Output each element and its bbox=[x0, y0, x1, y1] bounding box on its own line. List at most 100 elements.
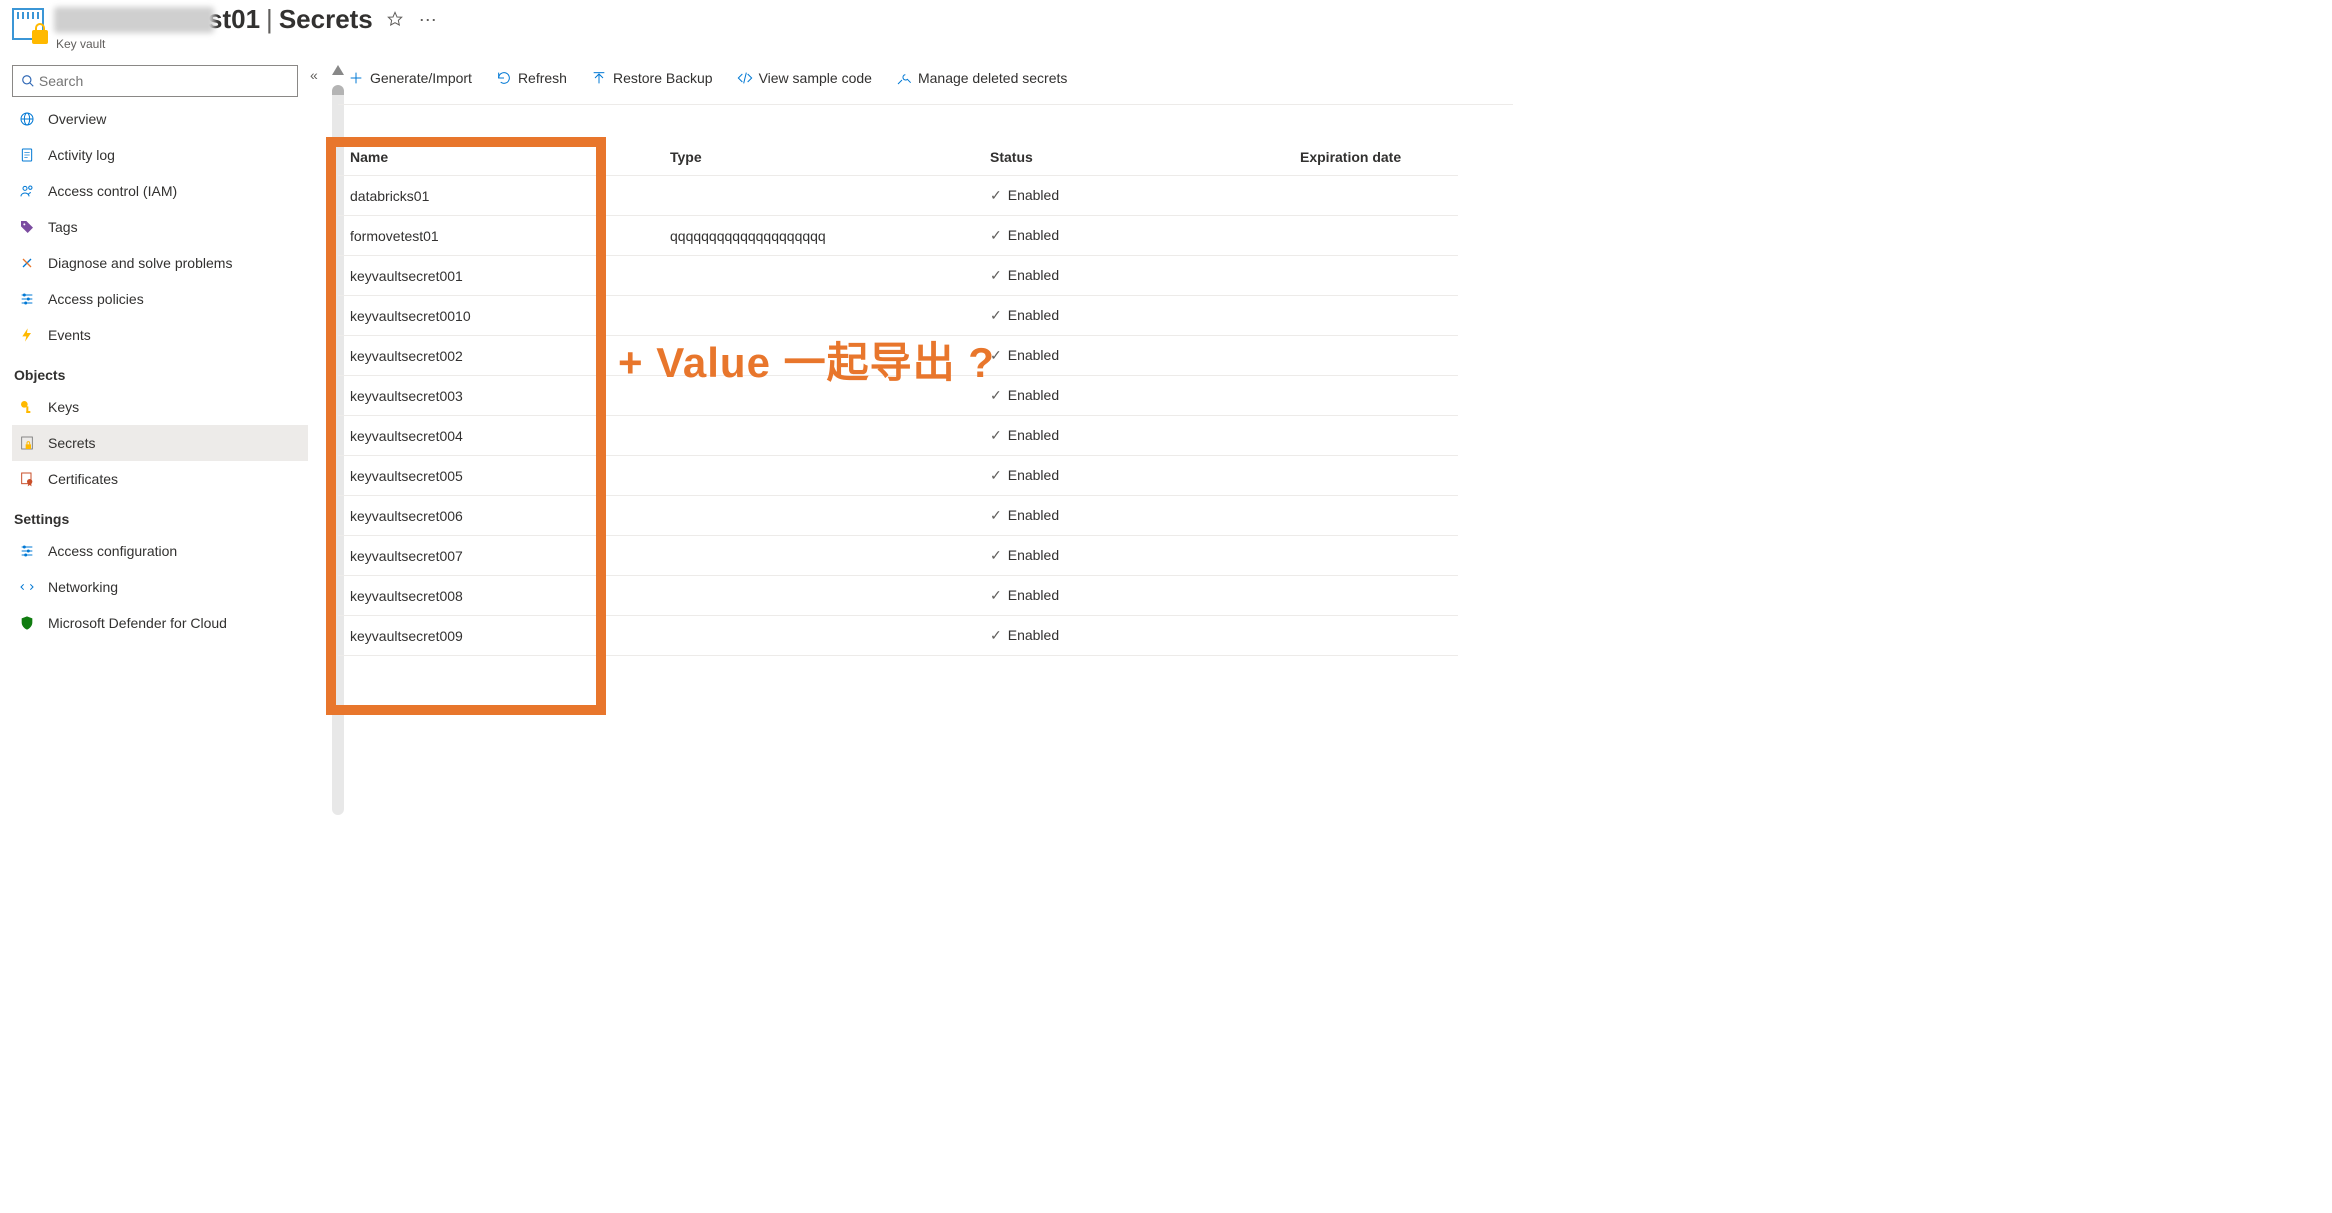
page-title: st01 | Secrets bbox=[54, 4, 373, 35]
cell-expiration bbox=[1288, 336, 1458, 376]
cell-name: keyvaultsecret002 bbox=[338, 336, 658, 376]
sidebar-item-microsoft-defender-for-cloud[interactable]: Microsoft Defender for Cloud bbox=[12, 605, 308, 641]
sidebar-item-label: Keys bbox=[48, 399, 79, 415]
more-icon[interactable]: ⋯ bbox=[419, 10, 437, 31]
sidebar-item-label: Tags bbox=[48, 219, 78, 235]
sidebar-item-certificates[interactable]: Certificates bbox=[12, 461, 308, 497]
policies-icon bbox=[18, 291, 36, 307]
sidebar-item-events[interactable]: Events bbox=[12, 317, 308, 353]
cell-type bbox=[658, 336, 978, 376]
sidebar-item-label: Access policies bbox=[48, 291, 144, 307]
secret-icon bbox=[18, 435, 36, 451]
cell-name: keyvaultsecret008 bbox=[338, 576, 658, 616]
col-header-status[interactable]: Status bbox=[978, 139, 1288, 176]
upload-icon bbox=[591, 70, 607, 86]
table-row[interactable]: keyvaultsecret005✓Enabled bbox=[338, 456, 1458, 496]
sidebar-item-diagnose-and-solve-problems[interactable]: Diagnose and solve problems bbox=[12, 245, 308, 281]
cell-type bbox=[658, 536, 978, 576]
sidebar-item-label: Events bbox=[48, 327, 91, 343]
search-icon bbox=[21, 74, 35, 88]
check-icon: ✓ bbox=[990, 507, 1002, 523]
sidebar-item-access-policies[interactable]: Access policies bbox=[12, 281, 308, 317]
view-sample-code-button[interactable]: View sample code bbox=[727, 66, 882, 90]
generate-import-button[interactable]: Generate/Import bbox=[338, 66, 482, 90]
check-icon: ✓ bbox=[990, 347, 1002, 363]
sidebar-item-access-configuration[interactable]: Access configuration bbox=[12, 533, 308, 569]
cell-type bbox=[658, 176, 978, 216]
search-input[interactable] bbox=[39, 73, 289, 89]
table-row[interactable]: keyvaultsecret008✓Enabled bbox=[338, 576, 1458, 616]
favorite-icon[interactable] bbox=[387, 11, 403, 30]
sidebar-item-keys[interactable]: Keys bbox=[12, 389, 308, 425]
plus-icon bbox=[348, 70, 364, 86]
table-row[interactable]: keyvaultsecret003✓Enabled bbox=[338, 376, 1458, 416]
sidebar-item-networking[interactable]: Networking bbox=[12, 569, 308, 605]
cell-name: keyvaultsecret009 bbox=[338, 616, 658, 656]
check-icon: ✓ bbox=[990, 227, 1002, 243]
refresh-button[interactable]: Refresh bbox=[486, 66, 577, 90]
table-row[interactable]: keyvaultsecret009✓Enabled bbox=[338, 616, 1458, 656]
cell-expiration bbox=[1288, 176, 1458, 216]
table-row[interactable]: keyvaultsecret006✓Enabled bbox=[338, 496, 1458, 536]
sidebar: OverviewActivity logAccess control (IAM)… bbox=[0, 57, 308, 785]
sidebar-item-label: Networking bbox=[48, 579, 118, 595]
sidebar-item-label: Diagnose and solve problems bbox=[48, 255, 232, 271]
generate-label: Generate/Import bbox=[370, 70, 472, 86]
sidebar-item-activity-log[interactable]: Activity log bbox=[12, 137, 308, 173]
check-icon: ✓ bbox=[990, 267, 1002, 283]
cell-expiration bbox=[1288, 296, 1458, 336]
table-row[interactable]: formovetest01qqqqqqqqqqqqqqqqqqqq✓Enable… bbox=[338, 216, 1458, 256]
section-title-settings: Settings bbox=[12, 497, 308, 533]
restore-backup-button[interactable]: Restore Backup bbox=[581, 66, 723, 90]
cell-type bbox=[658, 256, 978, 296]
check-icon: ✓ bbox=[990, 467, 1002, 483]
defender-icon bbox=[18, 615, 36, 631]
check-icon: ✓ bbox=[990, 627, 1002, 643]
sidebar-item-secrets[interactable]: Secrets bbox=[12, 425, 308, 461]
cell-type bbox=[658, 376, 978, 416]
sidebar-search[interactable] bbox=[12, 65, 298, 97]
table-row[interactable]: keyvaultsecret002 ✓Enabled bbox=[338, 336, 1458, 376]
cell-expiration bbox=[1288, 496, 1458, 536]
cell-name: keyvaultsecret007 bbox=[338, 536, 658, 576]
policies-icon bbox=[18, 543, 36, 559]
manage-deleted-secrets-button[interactable]: Manage deleted secrets bbox=[886, 66, 1077, 90]
sidebar-item-tags[interactable]: Tags bbox=[12, 209, 308, 245]
key-icon bbox=[18, 399, 36, 415]
col-header-expiration[interactable]: Expiration date bbox=[1288, 139, 1458, 176]
cell-type bbox=[658, 576, 978, 616]
sidebar-item-label: Microsoft Defender for Cloud bbox=[48, 615, 227, 631]
cell-name: keyvaultsecret003 bbox=[338, 376, 658, 416]
lock-badge-icon bbox=[32, 30, 48, 44]
manage-deleted-label: Manage deleted secrets bbox=[918, 70, 1067, 86]
table-row[interactable]: keyvaultsecret007✓Enabled bbox=[338, 536, 1458, 576]
col-header-type[interactable]: Type bbox=[658, 139, 978, 176]
refresh-label: Refresh bbox=[518, 70, 567, 86]
cell-expiration bbox=[1288, 536, 1458, 576]
cell-expiration bbox=[1288, 256, 1458, 296]
cell-type bbox=[658, 416, 978, 456]
cell-type bbox=[658, 496, 978, 536]
check-icon: ✓ bbox=[990, 587, 1002, 603]
tag-icon bbox=[18, 219, 36, 235]
table-row[interactable]: keyvaultsecret004✓Enabled bbox=[338, 416, 1458, 456]
secrets-table: Name Type Status Expiration date databri… bbox=[338, 139, 1458, 656]
table-row[interactable]: databricks01✓Enabled bbox=[338, 176, 1458, 216]
cell-name: formovetest01 bbox=[338, 216, 658, 256]
keyvault-icon bbox=[12, 8, 44, 40]
check-icon: ✓ bbox=[990, 427, 1002, 443]
page-subtitle: Key vault bbox=[56, 37, 373, 51]
net-icon bbox=[18, 579, 36, 595]
cell-name: keyvaultsecret004 bbox=[338, 416, 658, 456]
page-header: st01 | Secrets Key vault ⋯ bbox=[0, 0, 1513, 57]
cell-status: ✓Enabled bbox=[978, 496, 1288, 536]
sidebar-item-label: Certificates bbox=[48, 471, 118, 487]
cell-expiration bbox=[1288, 576, 1458, 616]
table-row[interactable]: keyvaultsecret0010✓Enabled bbox=[338, 296, 1458, 336]
cell-type bbox=[658, 616, 978, 656]
sidebar-item-overview[interactable]: Overview bbox=[12, 101, 308, 137]
col-header-name[interactable]: Name bbox=[338, 139, 658, 176]
cell-status: ✓Enabled bbox=[978, 336, 1288, 376]
table-row[interactable]: keyvaultsecret001✓Enabled bbox=[338, 256, 1458, 296]
sidebar-item-access-control-iam-[interactable]: Access control (IAM) bbox=[12, 173, 308, 209]
